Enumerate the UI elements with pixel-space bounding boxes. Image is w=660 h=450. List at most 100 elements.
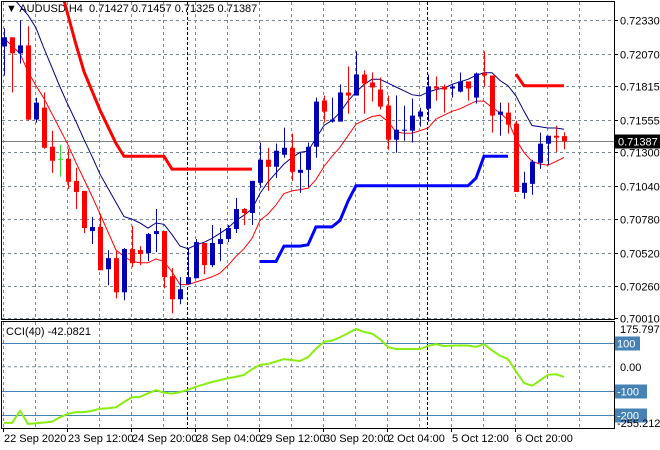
slow-ma-line (16, 2, 565, 250)
candle (10, 37, 15, 93)
candle (282, 127, 287, 158)
candle-body (242, 209, 247, 213)
candle-body (282, 147, 287, 155)
candle (490, 75, 495, 133)
time-label: 6 Oct 20:00 (516, 433, 573, 445)
candle-body (90, 226, 95, 232)
candle-body (378, 89, 383, 107)
candle-body (290, 147, 295, 172)
time-label: 28 Sep 04:00 (196, 433, 261, 445)
candle-body (354, 74, 359, 96)
cci-zero-label: 0.00 (620, 362, 641, 374)
candle-body (74, 180, 79, 192)
price-tick-label: 0.72070 (620, 50, 660, 62)
candle-body (154, 231, 159, 235)
candle-body (426, 86, 431, 109)
candle (74, 167, 79, 210)
candle (98, 214, 103, 271)
candle-body (338, 92, 343, 122)
candle (546, 135, 551, 165)
candle-body (178, 289, 183, 300)
candle (210, 225, 215, 268)
candle-body (66, 158, 71, 182)
candle-body (298, 169, 303, 173)
candle (226, 225, 231, 243)
candle (58, 144, 63, 177)
price-tick-label: 0.71040 (620, 182, 660, 194)
candle (498, 102, 503, 136)
candle (194, 239, 199, 279)
candle (18, 20, 23, 64)
price-tick-label: 0.71555 (620, 116, 660, 128)
price-tick-label: 0.70520 (620, 249, 660, 261)
price-tick-label: 0.70780 (620, 215, 660, 227)
candle-body (538, 143, 543, 163)
candle-body (434, 86, 439, 89)
candle (162, 231, 167, 289)
candle (274, 143, 279, 178)
candle-body (226, 228, 231, 240)
candle (330, 97, 335, 123)
candle (106, 250, 111, 286)
candle (322, 95, 327, 123)
candle-body (234, 209, 239, 230)
candle-body (442, 86, 447, 90)
candle (410, 98, 415, 143)
current-price-label: 0.71387 (618, 137, 658, 149)
candle-body (330, 119, 335, 122)
candle-body (362, 74, 367, 84)
candle (338, 84, 343, 122)
candle (42, 92, 47, 149)
candle-body (274, 150, 279, 167)
candle-body (58, 158, 63, 160)
candle-body (386, 105, 391, 140)
lower-step-line (260, 154, 508, 263)
price-tick-label: 0.70260 (620, 282, 660, 294)
candle (402, 105, 407, 141)
time-label: 30 Sep 20:00 (324, 433, 389, 445)
candle (378, 77, 383, 110)
candle-body (562, 136, 567, 142)
cci-level-label: -100 (617, 387, 639, 399)
candle-body (498, 111, 503, 115)
candle-body (210, 243, 215, 266)
candle (306, 142, 311, 187)
candle (90, 216, 95, 245)
candle-body (266, 159, 271, 167)
candle-body (218, 239, 223, 245)
candle (146, 233, 151, 262)
candle-body (522, 182, 527, 193)
candle-body (130, 249, 135, 264)
candle-body (42, 107, 47, 148)
candle-body (202, 243, 207, 266)
candle-body (306, 146, 311, 170)
candle-body (2, 37, 7, 47)
candle-body (10, 37, 15, 54)
time-label: 22 Sep 2020 (4, 433, 66, 445)
candle-body (98, 226, 103, 271)
candle (562, 132, 567, 150)
candle-body (506, 112, 511, 125)
candle (218, 228, 223, 262)
candle (514, 120, 519, 192)
candle (434, 76, 439, 101)
candle (466, 81, 471, 101)
candle (522, 171, 527, 199)
candle-body (514, 123, 519, 192)
candle-body (122, 249, 127, 293)
candle (250, 180, 255, 226)
price-plot (2, 2, 567, 314)
candle (202, 243, 207, 275)
candle (482, 51, 487, 87)
price-tick-label: 0.71300 (620, 148, 660, 160)
time-label: 2 Oct 04:00 (388, 433, 445, 445)
candle (394, 95, 399, 153)
candle (506, 102, 511, 134)
candle-body (530, 161, 535, 184)
price-chart[interactable]: 0.72330 0.72070 0.71815 0.71555 0.71300 0.710… (0, 0, 660, 450)
candle-body (482, 73, 487, 76)
candle (234, 197, 239, 234)
candle-body (410, 115, 415, 131)
candle-body (106, 258, 111, 270)
candle-body (322, 100, 327, 112)
